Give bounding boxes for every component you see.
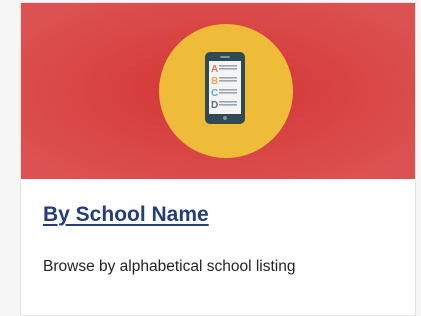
letter-c: C	[211, 88, 218, 99]
card-description: Browse by alphabetical school listing	[43, 258, 296, 275]
letter-d: D	[211, 100, 218, 111]
card-banner: A B C D	[21, 3, 415, 179]
phone-alphabet-list-icon: A B C D	[205, 52, 245, 124]
letter-a: A	[211, 64, 218, 75]
letter-b: B	[211, 76, 218, 87]
card-title-link[interactable]: By School Name	[43, 203, 209, 227]
banner-illustration: A B C D	[21, 3, 415, 179]
browse-card[interactable]: A B C D By School Name Browse by alphabe…	[20, 2, 416, 316]
